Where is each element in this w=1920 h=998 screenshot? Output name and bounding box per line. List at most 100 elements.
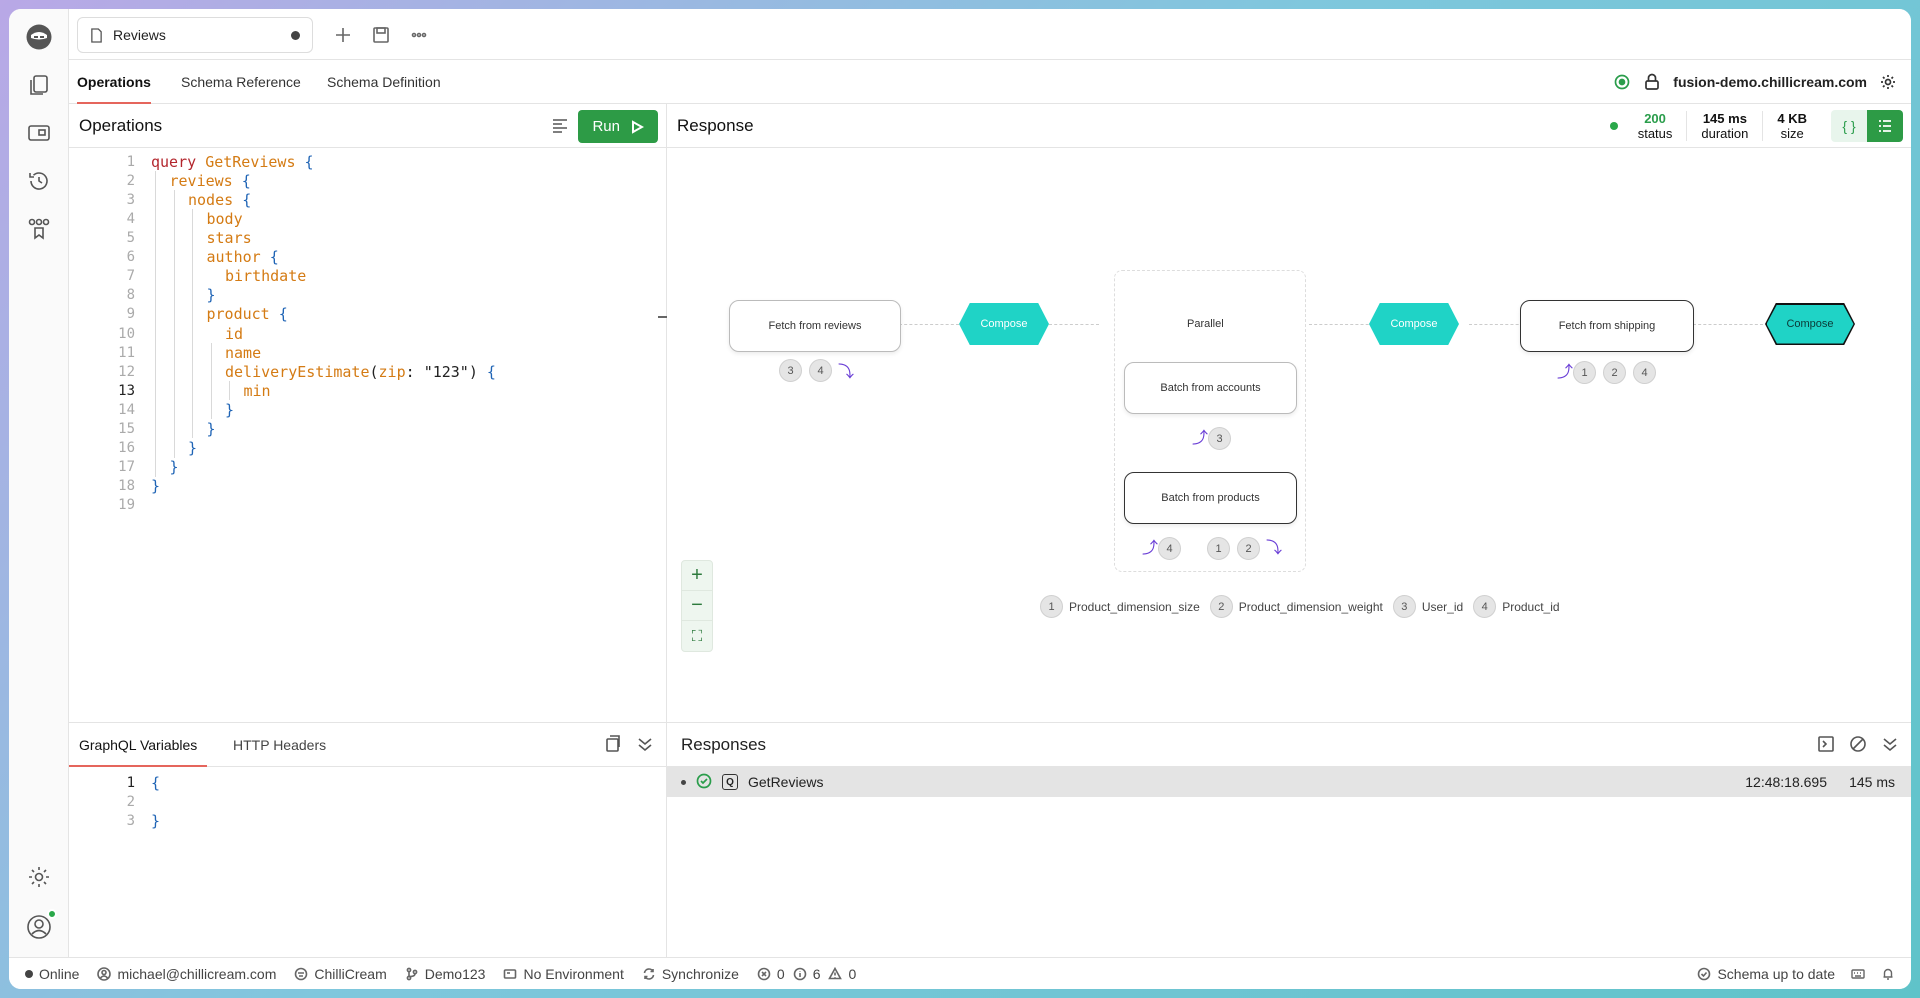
status-indicator [1609, 122, 1618, 130]
info-value: 6 [812, 965, 821, 982]
run-button[interactable]: Run [578, 110, 658, 143]
response-history-row[interactable]: Q GetReviews 12:48:18.695 145 ms [667, 767, 1911, 797]
tab-reviews[interactable]: Reviews [77, 17, 313, 53]
code-token: stars [206, 229, 252, 248]
fetch-from-reviews-node[interactable]: Fetch from reviews [729, 300, 901, 352]
json-view-button[interactable]: { } [1831, 110, 1867, 142]
code-text: stars [207, 229, 252, 247]
tab-graphql-variables[interactable]: GraphQL Variables [68, 723, 208, 767]
plan-edge [899, 324, 959, 325]
endpoint-url[interactable]: fusion-demo.chillicream.com [1673, 74, 1867, 90]
code-token: } [206, 420, 216, 439]
settings-icon[interactable] [19, 857, 59, 897]
size-stat: 4 KB size [1763, 111, 1821, 141]
tab-schema-reference[interactable]: Schema Reference [181, 60, 301, 104]
batch-from-accounts-node[interactable]: Batch from accounts [1124, 362, 1297, 414]
zoom-out-button[interactable]: − [682, 591, 712, 621]
save-icon[interactable] [369, 23, 393, 47]
code-text: { [151, 773, 161, 792]
status-bar: Online michael@chillicream.com ChilliCre… [9, 957, 1911, 989]
copy-icon[interactable] [604, 735, 624, 755]
clear-icon[interactable] [1849, 735, 1869, 755]
more-icon[interactable] [407, 23, 431, 47]
schema-icon[interactable] [19, 113, 59, 153]
compose-node[interactable]: Compose [959, 303, 1049, 345]
batch-from-products-node[interactable]: Batch from products [1124, 472, 1297, 524]
prettify-icon[interactable] [550, 116, 570, 136]
notifications-icon[interactable] [1881, 967, 1895, 981]
warning-value: 0 [848, 965, 857, 982]
branch-name: Demo123 [424, 965, 486, 982]
subscription-icon[interactable] [1613, 73, 1631, 91]
query-plan-view-button[interactable] [1867, 110, 1903, 142]
tab-schema-definition[interactable]: Schema Definition [327, 60, 441, 104]
code-line: 3} [69, 809, 666, 832]
query-plan-canvas[interactable]: Fetch from reviews 3 4 ⤵ Compose Paralle… [667, 148, 1911, 722]
code-text: reviews { [170, 172, 251, 190]
zoom-in-button[interactable]: + [682, 561, 712, 591]
warning-count[interactable]: 0 [828, 966, 856, 982]
operations-header: Operations Run [69, 104, 666, 148]
collapse-icon[interactable] [636, 735, 656, 755]
response-title: Response [677, 115, 754, 135]
splitter-handle[interactable] [658, 316, 667, 318]
environment[interactable]: No Environment [503, 966, 624, 982]
tab-operations[interactable]: Operations [77, 60, 151, 104]
documents-icon[interactable] [19, 65, 59, 105]
requirement-chip: 2 [1237, 537, 1260, 560]
logo-icon[interactable] [19, 17, 59, 57]
code-token: birthdate [225, 267, 307, 286]
indent-guide [210, 343, 212, 420]
requirement-chip: 3 [1208, 427, 1231, 450]
size-label: size [1780, 126, 1804, 141]
line-number: 2 [126, 172, 135, 189]
collapse-icon[interactable] [1881, 735, 1901, 755]
response-header: Response 200 status 145 ms duration 4 KB… [667, 104, 1911, 148]
import-arrow-icon: ⤴ [1192, 430, 1209, 447]
synchronize[interactable]: Synchronize [642, 966, 739, 982]
import-arrow-icon: ⤴ [1142, 540, 1159, 557]
user-email: michael@chillicream.com [117, 965, 277, 982]
response-duration: 145 ms [1849, 774, 1895, 790]
branch[interactable]: Demo123 [405, 965, 486, 982]
code-token: } [188, 439, 198, 458]
account-avatar[interactable] [19, 907, 59, 947]
online-indicator [47, 909, 57, 919]
keyboard-icon[interactable] [1851, 967, 1865, 981]
workspace[interactable]: ChilliCream [294, 966, 387, 982]
line-number: 15 [118, 421, 135, 438]
requirement-chip: 4 [1158, 537, 1181, 560]
fetch-from-shipping-node[interactable]: Fetch from shipping [1520, 300, 1694, 352]
unsaved-indicator[interactable] [291, 30, 300, 40]
warning-icon [828, 966, 843, 979]
query-editor[interactable]: 1 query GetReviews {2 reviews {3 nodes {4 bo… [69, 148, 666, 722]
bookmarks-icon[interactable] [19, 209, 59, 249]
compose-node[interactable]: Compose [1369, 303, 1459, 345]
plan-legend: 1 Product_dimension_size 2 Product_dimen… [1040, 595, 1560, 618]
console-icon[interactable] [1817, 735, 1837, 755]
legend-chip: 4 [1473, 595, 1497, 618]
schema-status[interactable]: Schema up to date [1697, 966, 1835, 982]
history-icon[interactable] [19, 161, 59, 201]
line-number: 13 [118, 382, 135, 399]
response-stats: 200 status 145 ms duration 4 KB size { } [1609, 104, 1911, 148]
line-number: 19 [118, 497, 135, 514]
connection-settings-icon[interactable] [1879, 73, 1897, 91]
code-text: } [207, 420, 216, 438]
line-number: 12 [118, 363, 135, 380]
new-tab-icon[interactable] [331, 23, 355, 47]
line-number: 4 [126, 210, 135, 227]
error-count[interactable]: 0 [757, 966, 785, 982]
legend-label: Product_dimension_weight [1238, 599, 1383, 614]
tab-title: Reviews [113, 27, 166, 43]
fit-view-button[interactable]: ⛶ [682, 621, 712, 651]
user-account[interactable]: michael@chillicream.com [97, 966, 276, 982]
info-count[interactable]: 6 [793, 965, 821, 982]
requirement-chip: 4 [1633, 361, 1656, 384]
code-token: zip [378, 362, 406, 381]
variables-editor[interactable]: 1{2 3} [69, 767, 666, 957]
compose-node-final[interactable]: Compose [1765, 303, 1855, 345]
tab-http-headers[interactable]: HTTP Headers [233, 723, 326, 767]
error-icon [757, 967, 771, 980]
code-token: } [151, 477, 161, 496]
